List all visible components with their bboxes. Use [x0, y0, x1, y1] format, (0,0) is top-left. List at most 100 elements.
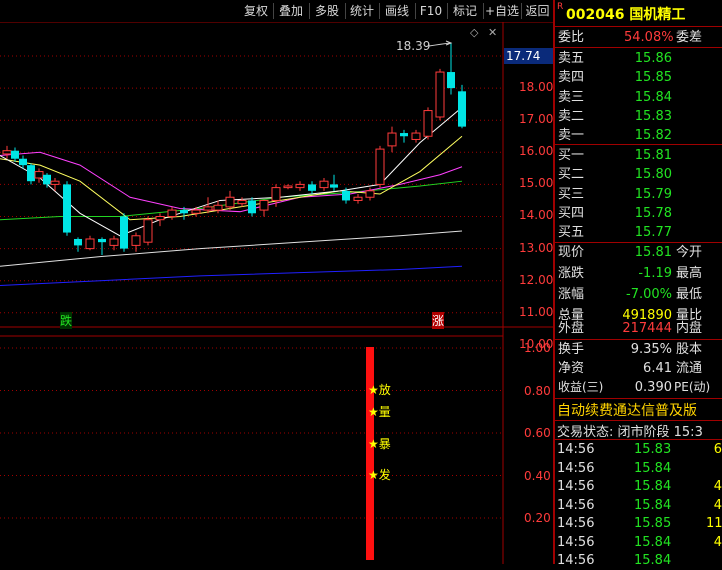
bid-label: 买二 [558, 167, 585, 183]
candle-body [353, 196, 363, 201]
ask-price: 15.83 [634, 108, 672, 124]
multi-stock-button[interactable]: 多股 [310, 2, 344, 20]
candle-body [74, 238, 82, 246]
mark-button[interactable]: 标记 [448, 2, 482, 20]
candle-body [143, 219, 153, 243]
webi-row: 委比 54.08% 委差 [558, 30, 703, 45]
diamond-icon[interactable]: ◇ [470, 26, 478, 39]
tick-price: 15.85 [634, 516, 672, 531]
price-tick-label: 14.00 [519, 208, 554, 223]
tick-volume: 4 [713, 497, 722, 513]
tick-price: 15.84 [634, 553, 672, 568]
xianjia-row: 现价 15.81 今开 [558, 245, 703, 260]
ask-row[interactable]: 卖三 15.84 [556, 87, 722, 108]
zhangfu-row: 涨幅 -7.00% 最低 [558, 287, 703, 302]
f10-button[interactable]: F10 [416, 2, 446, 20]
tick-row: 14:56 15.84 4 [556, 477, 722, 496]
candle-body [458, 91, 466, 127]
candle-body [435, 71, 445, 118]
price-tick-label: 18.00 [519, 80, 554, 94]
candle-body [131, 235, 141, 246]
fall-label: 跌 [60, 312, 73, 329]
candle-body [19, 158, 27, 166]
statistics-button[interactable]: 统计 [346, 2, 378, 20]
stock-name: 国机精工 [629, 7, 686, 23]
bid-label: 买三 [558, 186, 585, 202]
bid-price: 15.77 [634, 225, 672, 241]
bid-row[interactable]: 买二 15.80 [556, 164, 722, 185]
candle-body [34, 171, 44, 179]
candle-body [387, 132, 397, 147]
stock-marker: R [557, 2, 564, 12]
ask-label: 卖四 [558, 70, 585, 86]
candle-body [180, 210, 188, 214]
candle-body [248, 200, 256, 214]
bid-label: 买五 [558, 225, 585, 241]
tick-row: 14:56 15.84 4 [556, 496, 722, 515]
add-favorite-button[interactable]: +自选 [484, 2, 520, 20]
tick-time: 14:56 [557, 479, 595, 494]
ask-label: 卖三 [558, 89, 585, 105]
candle-body [400, 133, 408, 137]
signal-fa: ★发 [368, 468, 391, 482]
bid-label: 买一 [558, 148, 585, 163]
candle-body [2, 150, 12, 155]
bid-row[interactable]: 买一 15.81 [556, 145, 722, 166]
candle-body [85, 238, 95, 250]
signal-liang: ★量 [368, 405, 391, 419]
tick-time: 14:56 [557, 460, 595, 476]
price-tick-label: 12.00 [519, 272, 554, 287]
candle-body [98, 238, 106, 243]
close-icon[interactable]: ✕ [488, 26, 497, 39]
bid-price: 15.81 [634, 148, 672, 163]
huanshou-row: 换手 9.35% 股本 [558, 342, 703, 357]
candle-body [27, 165, 35, 182]
ask-price: 15.86 [634, 51, 672, 66]
ask-row[interactable]: 卖二 15.83 [556, 106, 722, 127]
candle-body [167, 209, 177, 218]
last-price-marker: 17.74 [504, 48, 555, 64]
signal-bar [366, 347, 374, 560]
candle-body [11, 150, 19, 159]
trade-status: 交易状态: 闭市阶段 15:3 [557, 425, 703, 440]
ma250-line [0, 265, 463, 287]
bid-row[interactable]: 买五 15.77 [556, 222, 722, 243]
candle-body [271, 187, 281, 201]
fuquan-button[interactable]: 复权 [240, 2, 272, 20]
tick-row: 14:56 15.85 11 [556, 514, 722, 533]
bid-label: 买四 [558, 205, 585, 221]
tick-price: 15.84 [634, 497, 672, 513]
tick-row: 14:56 15.84 4 [556, 533, 722, 552]
price-tick-label: 11.00 [519, 304, 554, 319]
ask-row[interactable]: 卖五 15.86 [556, 48, 722, 69]
bid-row[interactable]: 买三 15.79 [556, 184, 722, 205]
ask-label: 卖五 [558, 51, 585, 66]
stock-code: 002046 [566, 7, 625, 23]
candle-body [330, 184, 338, 188]
candle-body [50, 180, 60, 185]
toolbar: 复权 叠加 多股 统计 画线 F10 标记 +自选 返回 [0, 0, 553, 22]
price-tick-label: 16.00 [519, 144, 554, 159]
candle-body [375, 148, 385, 185]
tick-volume: 6 [713, 442, 722, 457]
tick-price: 15.84 [634, 460, 672, 476]
indicator-tick-label: 0.60 [524, 426, 551, 440]
bid-row[interactable]: 买四 15.78 [556, 203, 722, 224]
waipan-row: 外盘 217444 内盘 [558, 321, 703, 336]
tick-row: 14:56 15.84 [556, 551, 722, 570]
back-button[interactable]: 返回 [522, 2, 553, 20]
candle-body [155, 216, 165, 221]
price-tick-label: 15.00 [519, 176, 554, 191]
ask-price: 15.85 [634, 70, 672, 86]
bid-price: 15.80 [634, 167, 672, 183]
tick-time: 14:56 [557, 553, 595, 568]
bid-price: 15.79 [634, 186, 672, 202]
candle-body [411, 132, 421, 140]
candle-body [109, 238, 119, 246]
draw-line-button[interactable]: 画线 [380, 2, 414, 20]
kline-chart[interactable] [0, 0, 553, 564]
zhangdie-row: 涨跌 -1.19 最高 [558, 266, 703, 281]
ask-row[interactable]: 卖四 15.85 [556, 67, 722, 88]
overlay-button[interactable]: 叠加 [274, 2, 308, 20]
service-banner[interactable]: 自动续费通达信普及版 [557, 400, 697, 420]
